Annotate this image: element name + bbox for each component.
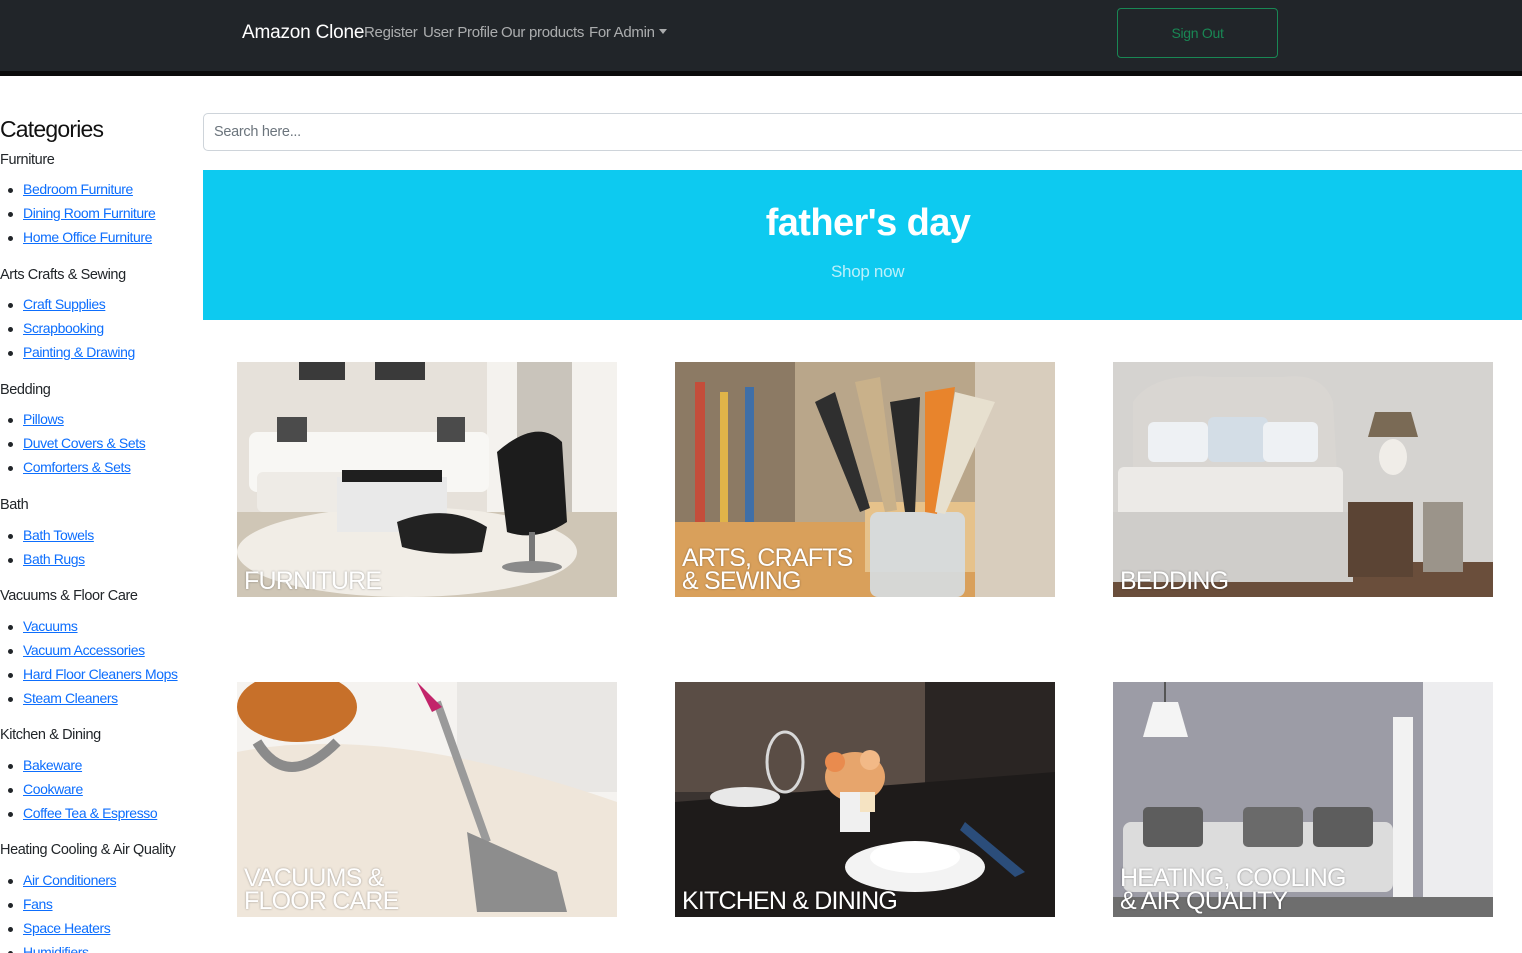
category-link[interactable]: Space Heaters xyxy=(23,920,111,936)
category-heading: Bedding xyxy=(0,382,51,398)
category-link[interactable]: Duvet Covers & Sets xyxy=(23,435,146,451)
list-item: Painting & Drawing xyxy=(0,343,135,367)
category-link[interactable]: Coffee Tea & Espresso xyxy=(23,805,158,821)
category-list: Vacuums Vacuum Accessories Hard Floor Cl… xyxy=(0,617,178,713)
category-link[interactable]: Scrapbooking xyxy=(23,320,104,336)
list-item: Air Conditioners xyxy=(0,871,117,895)
category-list: Craft Supplies Scrapbooking Painting & D… xyxy=(0,295,135,367)
search-input[interactable] xyxy=(203,113,1522,151)
tile-label: ARTS, CRAFTS & SEWING xyxy=(682,544,853,595)
category-link[interactable]: Fans xyxy=(23,896,53,912)
list-item: Bath Rugs xyxy=(0,550,94,574)
living-room-image xyxy=(237,362,617,597)
category-heading: Bath xyxy=(0,497,29,513)
tile-label: FURNITURE xyxy=(244,567,382,595)
list-item: Craft Supplies xyxy=(0,295,135,319)
category-link[interactable]: Home Office Furniture xyxy=(23,229,152,245)
category-tile-arts-crafts-sewing[interactable]: ARTS, CRAFTS & SEWING xyxy=(675,362,1055,597)
list-item: Vacuum Accessories xyxy=(0,641,178,665)
bedroom-image xyxy=(1113,362,1493,597)
category-link[interactable]: Bedroom Furniture xyxy=(23,181,133,197)
category-link[interactable]: Dining Room Furniture xyxy=(23,205,156,221)
category-list: Bedroom Furniture Dining Room Furniture … xyxy=(0,180,156,252)
list-item: Scrapbooking xyxy=(0,319,135,343)
category-list: Bath Towels Bath Rugs xyxy=(0,526,94,574)
list-item: Duvet Covers & Sets xyxy=(0,434,146,458)
list-item: Bath Towels xyxy=(0,526,94,550)
list-item: Fans xyxy=(0,895,116,919)
dining-table-image xyxy=(675,682,1055,917)
tile-label: BEDDING xyxy=(1120,567,1229,595)
list-item: Comforters & Sets xyxy=(0,458,145,482)
categories-sidebar: Categories Furniture Bedroom Furniture D… xyxy=(0,112,200,953)
top-navbar: Amazon Clone Register User Profile Our p… xyxy=(0,0,1522,76)
tile-label: HEATING, COOLING & AIR QUALITY xyxy=(1120,864,1346,915)
list-item: Vacuums xyxy=(0,617,178,641)
caret-down-icon xyxy=(658,29,667,34)
list-item: Steam Cleaners xyxy=(0,689,178,713)
list-item: Bakeware xyxy=(0,756,157,780)
shop-now-link[interactable]: Shop now xyxy=(831,262,905,282)
category-tile-heating-cooling-air-quality[interactable]: HEATING, COOLING & AIR QUALITY xyxy=(1113,682,1493,917)
list-item: Pillows xyxy=(0,410,145,434)
category-link[interactable]: Painting & Drawing xyxy=(23,344,135,360)
list-item: Cookware xyxy=(0,780,157,804)
nav-user-profile-link[interactable]: User Profile xyxy=(423,24,498,41)
category-heading: Kitchen & Dining xyxy=(0,727,101,743)
nav-admin-dropdown[interactable]: For Admin xyxy=(589,24,667,41)
category-link[interactable]: Vacuums xyxy=(23,618,78,634)
promo-banner xyxy=(203,170,1522,320)
category-tile-kitchen-dining[interactable]: KITCHEN & DINING xyxy=(675,682,1055,917)
banner-title-wrap: father's day xyxy=(203,202,1522,245)
category-heading: Furniture xyxy=(0,152,55,168)
list-item: Bedroom Furniture xyxy=(0,180,155,204)
list-item: Home Office Furniture xyxy=(0,228,155,252)
sign-out-button[interactable]: Sign Out xyxy=(1117,8,1278,58)
list-item: Space Heaters xyxy=(0,919,116,943)
list-item: Coffee Tea & Espresso xyxy=(0,804,158,828)
category-link[interactable]: Pillows xyxy=(23,411,64,427)
brand-link[interactable]: Amazon Clone xyxy=(242,22,364,44)
tile-label: KITCHEN & DINING xyxy=(682,887,898,915)
category-link[interactable]: Cookware xyxy=(23,781,83,797)
banner-title: father's day xyxy=(765,202,971,244)
category-link[interactable]: Steam Cleaners xyxy=(23,690,118,706)
category-link[interactable]: Bakeware xyxy=(23,757,82,773)
category-link[interactable]: Comforters & Sets xyxy=(23,459,131,475)
category-heading: Vacuums & Floor Care xyxy=(0,588,138,604)
category-list: Pillows Duvet Covers & Sets Comforters &… xyxy=(0,410,146,482)
category-tile-bedding[interactable]: BEDDING xyxy=(1113,362,1493,597)
category-list: Air Conditioners Fans Space Heaters Humi… xyxy=(0,871,117,953)
nav-admin-label: For Admin xyxy=(589,24,655,41)
category-link[interactable]: Air Conditioners xyxy=(23,872,117,888)
category-link[interactable]: Hard Floor Cleaners Mops xyxy=(23,666,178,682)
category-tile-vacuums-floor-care[interactable]: VACUUMS & FLOOR CARE xyxy=(237,682,617,917)
nav-register-link[interactable]: Register xyxy=(364,24,418,41)
list-item: Humidifiers xyxy=(0,943,116,953)
category-link[interactable]: Humidifiers xyxy=(23,944,89,953)
nav-our-products-link[interactable]: Our products xyxy=(501,24,584,41)
category-list: Bakeware Cookware Coffee Tea & Espresso xyxy=(0,756,158,828)
category-link[interactable]: Bath Rugs xyxy=(23,551,85,567)
category-tile-furniture[interactable]: FURNITURE xyxy=(237,362,617,597)
category-heading: Arts Crafts & Sewing xyxy=(0,267,126,283)
list-item: Hard Floor Cleaners Mops xyxy=(0,665,178,689)
category-link[interactable]: Craft Supplies xyxy=(23,296,106,312)
category-heading: Heating Cooling & Air Quality xyxy=(0,842,176,858)
categories-title: Categories xyxy=(0,116,104,142)
category-link[interactable]: Bath Towels xyxy=(23,527,94,543)
list-item: Dining Room Furniture xyxy=(0,204,156,228)
tile-label: VACUUMS & FLOOR CARE xyxy=(244,864,399,915)
category-link[interactable]: Vacuum Accessories xyxy=(23,642,145,658)
